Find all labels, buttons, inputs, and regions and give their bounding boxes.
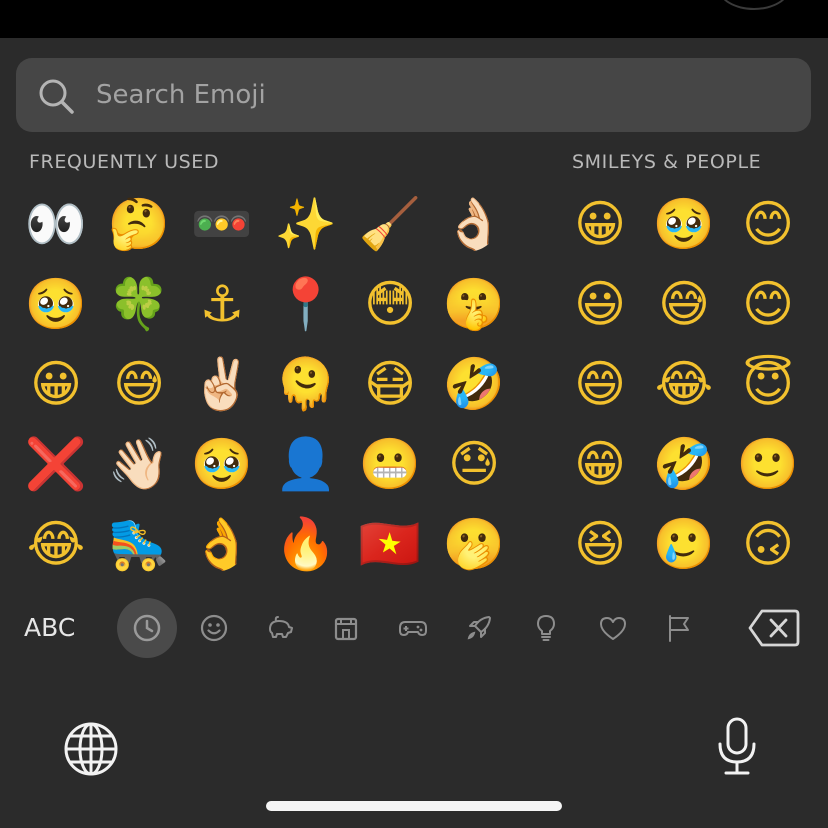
smiley-icon xyxy=(200,614,228,642)
animal-icon xyxy=(269,616,293,638)
category-recent-button[interactable] xyxy=(117,598,177,658)
smiley-emoji-key[interactable]: 😂 xyxy=(648,348,720,420)
category-symbols-button[interactable] xyxy=(583,598,643,658)
abc-button[interactable]: ABC xyxy=(24,608,96,648)
emoji-grid: 👀 🤔 🚥 ✨ 🧹 👌🏻 🥹 🍀 ⚓ 📍 😳 🤫 😀 😅 ✌🏻 🫠 😷 🤣 ❌ 👋🏻 🥹 👤 😬 😓 😂 🛼 👌 🔥 🇻🇳 🫢 😀 🥹 😊 😃 😅 😊… xyxy=(0,180,828,580)
smiley-emoji-key[interactable]: 😅 xyxy=(648,268,720,340)
smiley-emoji-key[interactable]: 🙃 xyxy=(732,508,804,580)
heart-icon xyxy=(600,617,626,640)
frequent-emoji-key[interactable]: 🤣 xyxy=(438,348,510,420)
delete-backspace-button[interactable] xyxy=(748,608,800,648)
lightbulb-icon xyxy=(537,615,555,641)
search-icon xyxy=(39,79,74,114)
frequent-emoji-key[interactable]: ✨ xyxy=(270,188,342,260)
smiley-emoji-key[interactable] xyxy=(816,268,828,340)
clock-icon xyxy=(133,614,161,642)
frequent-emoji-key[interactable]: 👤 xyxy=(270,428,342,500)
emoji-keyboard-screen: FREQUENTLY USED SMILEYS & PEOPLE 👀🤔🚥✨🧹👌🏻… xyxy=(0,0,828,828)
frequent-emoji-key[interactable]: 🚥 xyxy=(186,188,258,260)
smiley-emoji-key[interactable]: 😁 xyxy=(564,428,636,500)
frequent-emoji-key[interactable]: 🍀 xyxy=(103,268,175,340)
home-indicator xyxy=(266,801,562,811)
category-travel-button[interactable] xyxy=(449,598,509,658)
frequent-emoji-key[interactable]: 😀 xyxy=(20,348,92,420)
frequent-emoji-key[interactable]: 😳 xyxy=(354,268,426,340)
frequently-used-label: FREQUENTLY USED xyxy=(29,151,220,173)
frequent-emoji-key[interactable]: 😷 xyxy=(354,348,426,420)
category-bar: ABC xyxy=(0,598,828,660)
category-flags-button[interactable] xyxy=(649,598,709,658)
smiley-emoji-key[interactable]: 🙂 xyxy=(732,428,804,500)
smileys-people-label: SMILEYS & PEOPLE xyxy=(572,151,762,173)
frequent-emoji-key[interactable]: 📍 xyxy=(270,268,342,340)
smiley-emoji-key[interactable]: 🤣 xyxy=(648,428,720,500)
building-icon xyxy=(334,617,358,641)
frequent-emoji-key[interactable]: ⚓ xyxy=(186,268,258,340)
category-smileys-button[interactable] xyxy=(184,598,244,658)
category-objects-button[interactable] xyxy=(516,598,576,658)
smiley-emoji-key[interactable] xyxy=(816,348,828,420)
gamepad-icon xyxy=(399,621,427,636)
category-animals-button[interactable] xyxy=(250,598,310,658)
frequent-emoji-key[interactable]: ❌ xyxy=(20,428,92,500)
frequent-emoji-key[interactable]: 🇻🇳 xyxy=(354,508,426,580)
frequent-emoji-key[interactable]: 😓 xyxy=(438,428,510,500)
globe-button[interactable] xyxy=(62,720,120,778)
category-places-button[interactable] xyxy=(316,598,376,658)
frequent-emoji-key[interactable]: 🫢 xyxy=(438,508,510,580)
frequent-emoji-key[interactable]: 🧹 xyxy=(354,188,426,260)
frequent-emoji-key[interactable]: 👌🏻 xyxy=(438,188,510,260)
smiley-emoji-key[interactable] xyxy=(816,188,828,260)
frequent-emoji-key[interactable]: 🥹 xyxy=(186,428,258,500)
smiley-emoji-key[interactable]: 🥹 xyxy=(648,188,720,260)
microphone-icon xyxy=(718,717,756,775)
frequent-emoji-key[interactable]: 👋🏻 xyxy=(103,428,175,500)
smiley-emoji-key[interactable]: 😃 xyxy=(564,268,636,340)
smiley-emoji-key[interactable] xyxy=(816,508,828,580)
flag-icon xyxy=(669,615,689,642)
smiley-emoji-key[interactable]: 🥲 xyxy=(648,508,720,580)
frequent-emoji-key[interactable]: 😬 xyxy=(354,428,426,500)
smiley-emoji-key[interactable]: 😆 xyxy=(564,508,636,580)
smiley-emoji-key[interactable]: 😄 xyxy=(564,348,636,420)
frequent-emoji-key[interactable]: 🛼 xyxy=(103,508,175,580)
smiley-emoji-key[interactable]: 😀 xyxy=(564,188,636,260)
frequent-emoji-key[interactable]: ✌🏻 xyxy=(186,348,258,420)
smiley-emoji-key[interactable]: 😊 xyxy=(732,268,804,340)
frequent-emoji-key[interactable]: 👌 xyxy=(186,508,258,580)
dictation-button[interactable] xyxy=(714,716,760,778)
smiley-emoji-key[interactable] xyxy=(816,428,828,500)
frequent-emoji-key[interactable]: 😅 xyxy=(103,348,175,420)
rocket-icon xyxy=(467,616,491,640)
frequent-emoji-key[interactable]: 🥹 xyxy=(20,268,92,340)
app-top-strip xyxy=(0,0,828,38)
search-input[interactable] xyxy=(96,68,696,122)
frequent-emoji-key[interactable]: 👀 xyxy=(20,188,92,260)
frequent-emoji-key[interactable]: 🔥 xyxy=(270,508,342,580)
smiley-emoji-key[interactable]: 😊 xyxy=(732,188,804,260)
frequent-emoji-key[interactable]: 🤔 xyxy=(103,188,175,260)
globe-icon xyxy=(64,722,118,776)
frequent-emoji-key[interactable]: 🤫 xyxy=(438,268,510,340)
frequent-emoji-key[interactable]: 🫠 xyxy=(270,348,342,420)
category-activity-button[interactable] xyxy=(383,598,443,658)
frequent-emoji-key[interactable]: 😂 xyxy=(20,508,92,580)
delete-backspace-icon xyxy=(748,609,800,647)
smiley-emoji-key[interactable]: 😇 xyxy=(732,348,804,420)
